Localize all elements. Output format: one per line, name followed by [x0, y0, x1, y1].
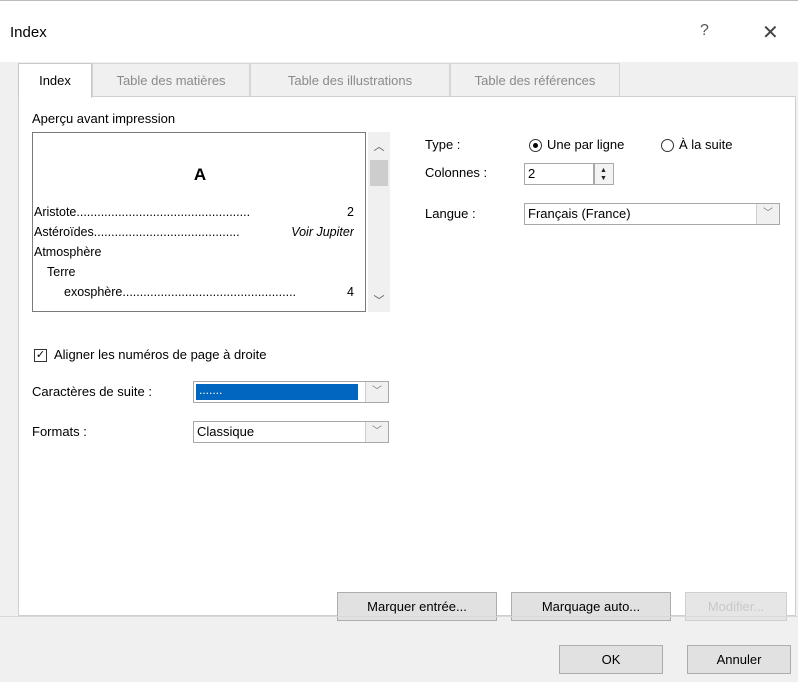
tab-label: Index	[39, 73, 71, 88]
preview-line: exosphère...............................…	[64, 285, 354, 299]
spin-up-icon[interactable]: ▲	[600, 167, 607, 175]
radio-a-la-suite-label[interactable]: À la suite	[679, 137, 732, 152]
preview-page: 4	[345, 285, 354, 299]
aligner-checkbox[interactable]: ✓	[34, 349, 47, 362]
langue-value: Français (France)	[528, 206, 631, 221]
chevron-down-icon[interactable]: ﹀	[365, 422, 388, 442]
preview-entry: Aristote	[34, 205, 77, 219]
preview-entry: exosphère	[64, 285, 123, 299]
preview-entry: Terre	[47, 265, 76, 279]
scroll-thumb[interactable]	[370, 160, 388, 186]
colonnes-label: Colonnes :	[425, 165, 488, 180]
tab-index[interactable]: Index	[18, 63, 92, 98]
radio-une-par-ligne-label[interactable]: Une par ligne	[547, 137, 624, 152]
help-icon[interactable]: ?	[700, 22, 709, 40]
preview-entry: Astéroïdes	[34, 225, 94, 239]
suite-select[interactable]: ....... ﹀	[193, 381, 389, 403]
annuler-button[interactable]: Annuler	[687, 645, 791, 674]
preview-line: Astéroïdes..............................…	[34, 225, 354, 239]
suite-label: Caractères de suite :	[32, 384, 152, 399]
top-border	[0, 0, 798, 1]
chevron-down-icon[interactable]: ﹀	[756, 204, 779, 224]
type-label: Type :	[425, 137, 461, 152]
tab-table-des-matieres[interactable]: Table des matières	[92, 63, 250, 96]
print-preview: A Aristote..............................…	[32, 132, 366, 312]
spin-down-icon[interactable]: ▼	[600, 175, 607, 183]
tab-label: Table des matières	[116, 73, 226, 88]
ok-button[interactable]: OK	[559, 645, 663, 674]
formats-select[interactable]: Classique ﹀	[193, 421, 389, 443]
footer-divider	[0, 616, 798, 617]
tab-table-des-references[interactable]: Table des références	[450, 63, 620, 96]
preview-letter: A	[193, 165, 207, 184]
preview-line: Atmosphère	[34, 245, 354, 259]
preview-page: Voir Jupiter	[289, 225, 354, 239]
preview-line: Aristote................................…	[34, 205, 354, 219]
tab-label: Table des références	[474, 73, 596, 88]
preview-entry: Atmosphère	[34, 245, 102, 259]
colonnes-field[interactable]: 2	[524, 163, 594, 185]
formats-label: Formats :	[32, 424, 87, 439]
title-bar: Index ? ✕	[0, 0, 798, 62]
langue-label: Langue :	[425, 206, 476, 221]
chevron-up-icon[interactable]: ︿	[368, 138, 390, 154]
preview-page: 2	[345, 205, 354, 219]
radio-une-par-ligne[interactable]	[529, 139, 542, 152]
langue-select[interactable]: Français (France) ﹀	[524, 203, 780, 225]
preview-line: Terre	[47, 265, 354, 279]
formats-value: Classique	[197, 424, 255, 439]
aligner-label[interactable]: Aligner les numéros de page à droite	[54, 347, 266, 362]
chevron-down-icon[interactable]: ﹀	[368, 292, 390, 308]
colonnes-stepper[interactable]: ▲ ▼	[594, 163, 614, 185]
close-icon[interactable]: ✕	[762, 20, 779, 45]
suite-value: .......	[196, 384, 358, 400]
preview-scrollbar[interactable]: ︿ ﹀	[368, 132, 390, 312]
preview-label: Aperçu avant impression	[32, 111, 176, 126]
tab-label: Table des illustrations	[287, 73, 413, 88]
dialog-title: Index	[10, 24, 47, 41]
radio-a-la-suite[interactable]	[661, 139, 674, 152]
chevron-down-icon[interactable]: ﹀	[365, 382, 388, 402]
tab-table-des-illustrations[interactable]: Table des illustrations	[250, 63, 450, 96]
